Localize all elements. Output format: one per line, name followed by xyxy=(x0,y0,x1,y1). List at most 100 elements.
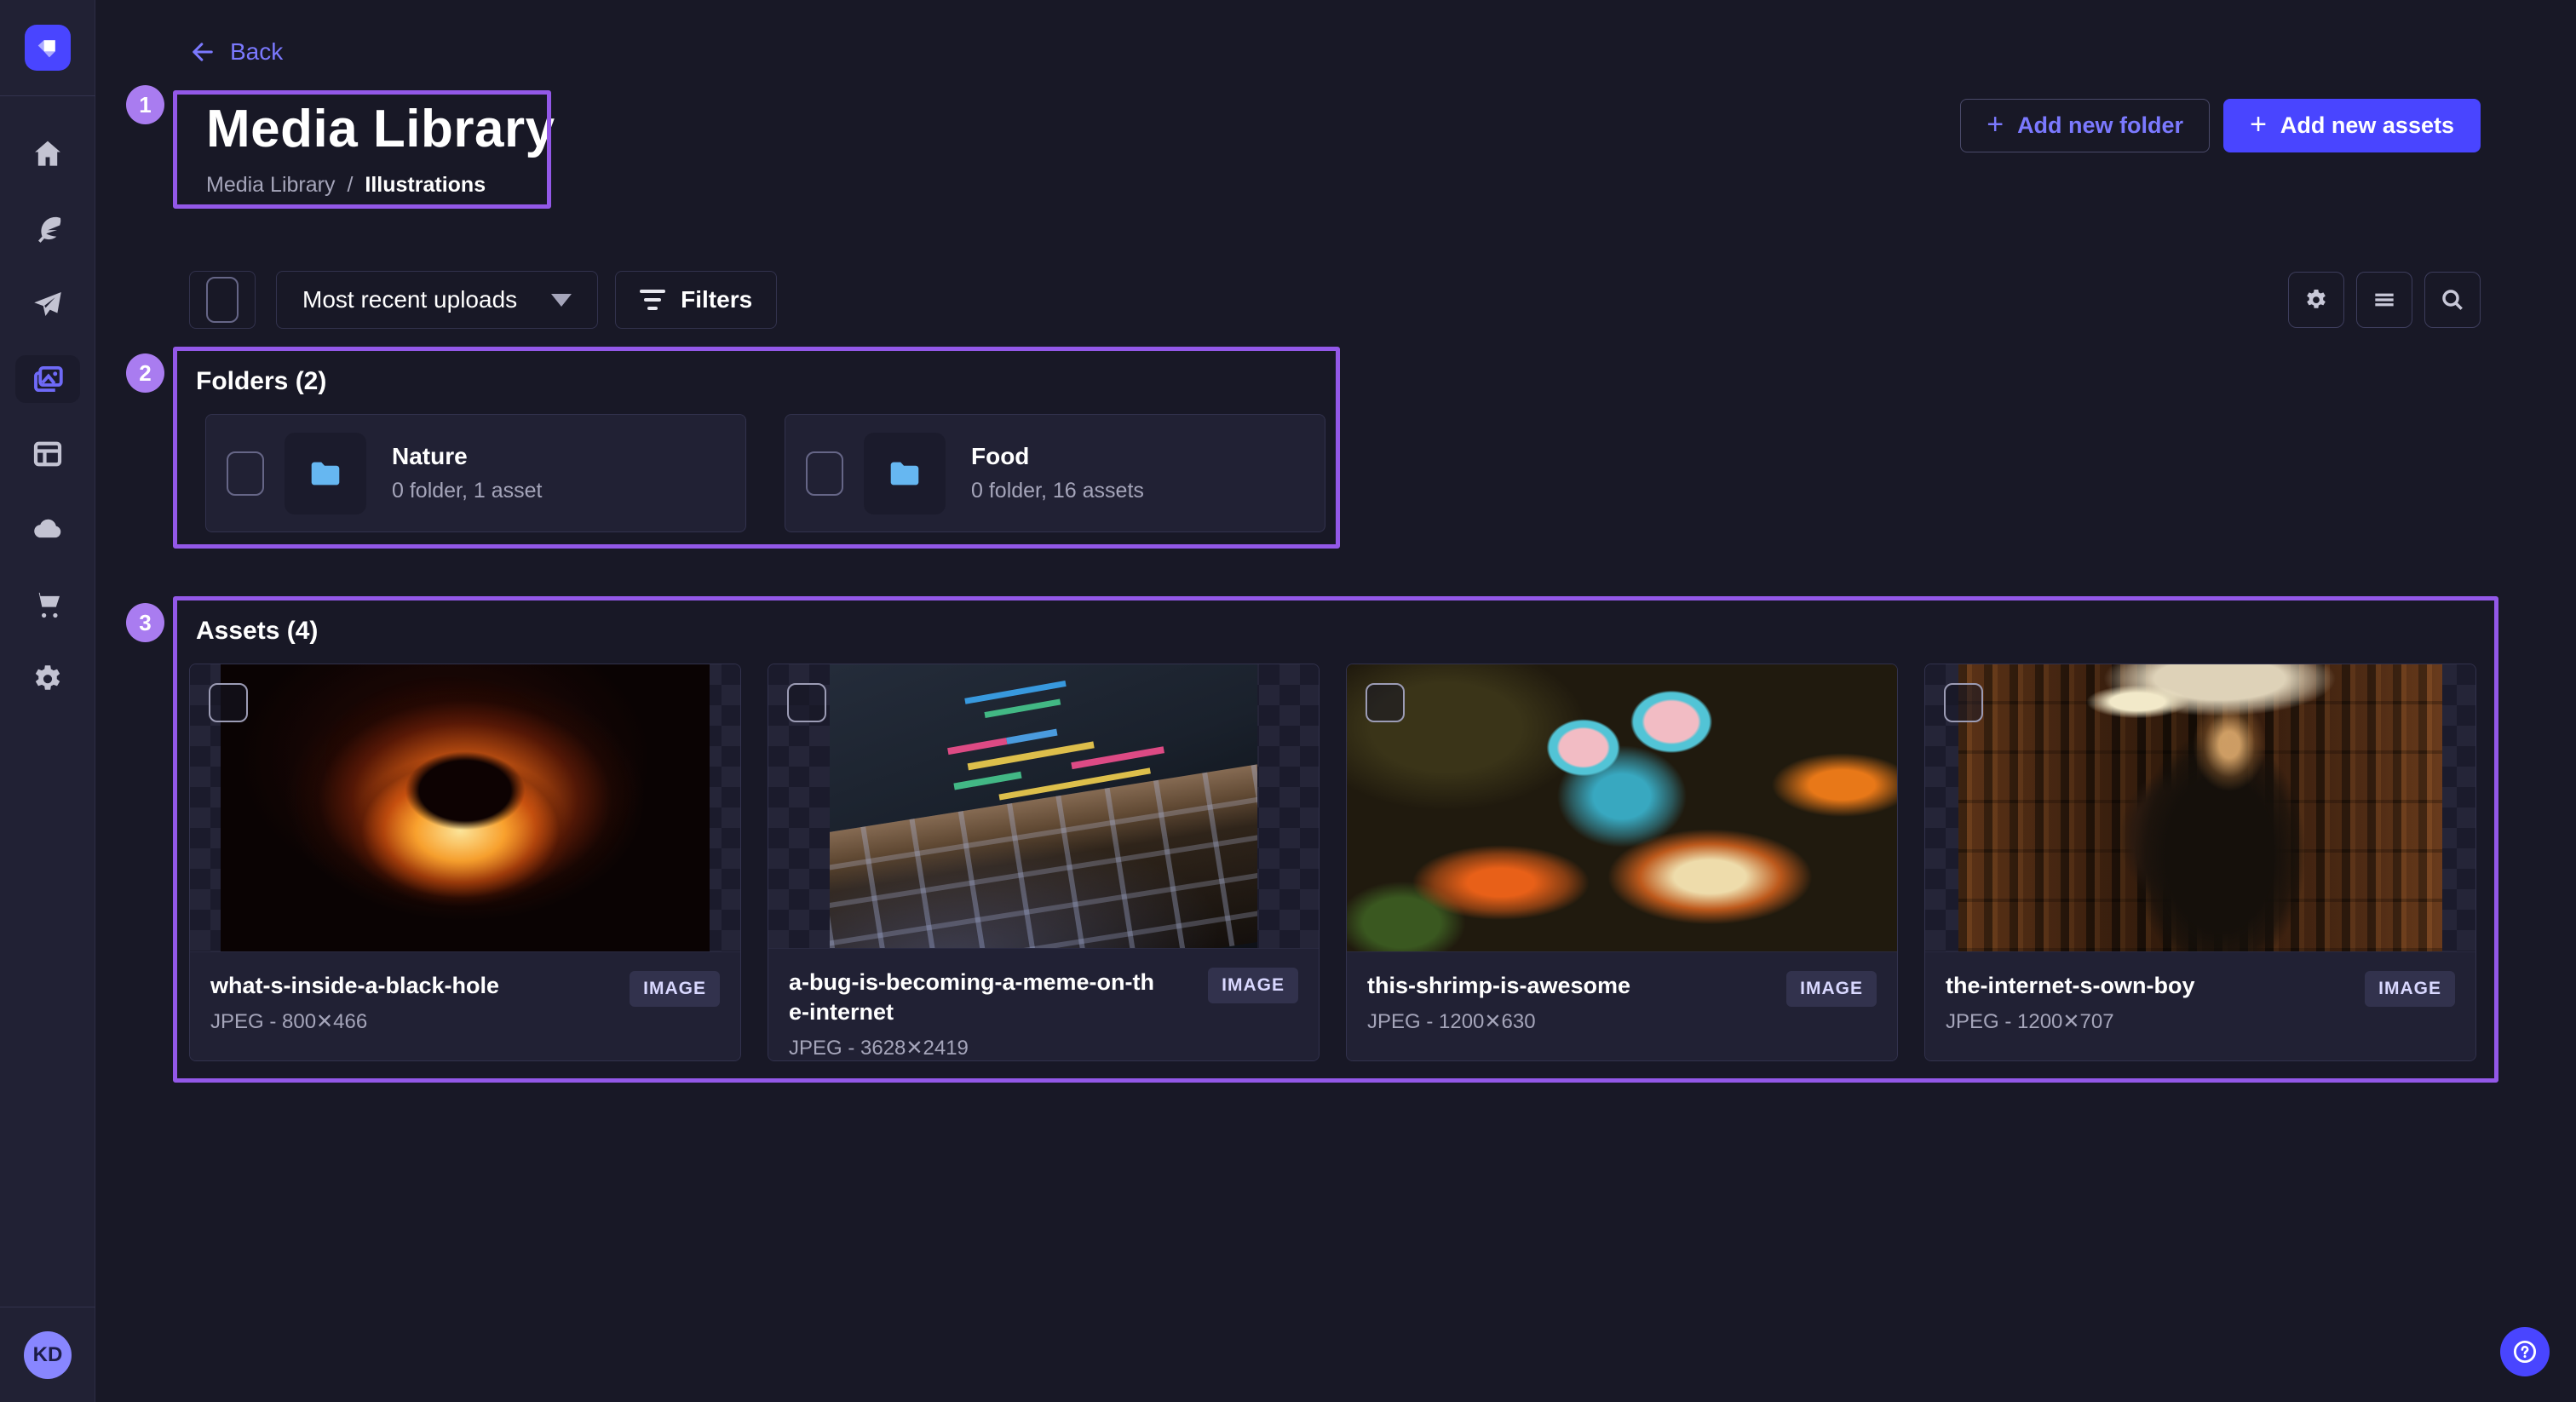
plus-icon: + xyxy=(1987,110,2004,139)
asset-meta: JPEG - 3628✕2419 xyxy=(789,1036,1298,1060)
select-all-checkbox[interactable] xyxy=(189,271,256,329)
content-type-builder-icon[interactable] xyxy=(15,430,80,478)
asset-type-badge: IMAGE xyxy=(1208,968,1298,1003)
asset-card-black-hole[interactable]: what-s-inside-a-black-hole JPEG - 800✕46… xyxy=(189,664,741,1061)
asset-checkbox[interactable] xyxy=(1944,683,1983,722)
asset-checkbox[interactable] xyxy=(1366,683,1405,722)
black-hole-photo xyxy=(221,664,710,951)
back-link[interactable]: Back xyxy=(189,38,283,66)
asset-thumbnail xyxy=(190,664,740,951)
filters-button[interactable]: Filters xyxy=(615,271,777,329)
list-view-button[interactable] xyxy=(2356,272,2412,328)
strapi-logo[interactable] xyxy=(25,25,71,71)
sidebar-nav xyxy=(0,130,95,703)
folder-texts: Nature 0 folder, 1 asset xyxy=(392,443,543,503)
folder-icon xyxy=(885,454,924,493)
assets-section: Assets (4) what-s-inside-a-black-hole JP… xyxy=(173,596,2498,1083)
list-icon xyxy=(2371,286,2398,313)
asset-name: a-bug-is-becoming-a-meme-on-the-internet xyxy=(789,968,1155,1027)
cloud-icon[interactable] xyxy=(15,505,80,553)
toolbar-view-options xyxy=(2288,272,2481,328)
asset-meta: JPEG - 800✕466 xyxy=(210,1009,720,1034)
sort-dropdown-value: Most recent uploads xyxy=(302,286,517,313)
folder-icon xyxy=(306,454,345,493)
asset-name: the-internet-s-own-boy xyxy=(1946,971,2312,1001)
add-new-folder-button[interactable]: + Add new folder xyxy=(1960,99,2210,152)
question-mark-icon xyxy=(2510,1337,2539,1366)
sidebar-divider xyxy=(0,95,95,96)
help-button[interactable] xyxy=(2500,1327,2550,1376)
search-button[interactable] xyxy=(2424,272,2481,328)
page-title: Media Library xyxy=(206,99,567,159)
asset-footer: the-internet-s-own-boy JPEG - 1200✕707 I… xyxy=(1925,951,2475,1060)
folder-meta: 0 folder, 1 asset xyxy=(392,479,543,503)
folder-meta: 0 folder, 16 assets xyxy=(971,479,1144,503)
asset-footer: this-shrimp-is-awesome JPEG - 1200✕630 I… xyxy=(1347,951,1897,1060)
media-library-icon[interactable] xyxy=(15,355,80,403)
asset-thumbnail xyxy=(1925,664,2475,951)
asset-footer: what-s-inside-a-black-hole JPEG - 800✕46… xyxy=(190,951,740,1060)
marketplace-cart-icon[interactable] xyxy=(15,580,80,628)
asset-type-badge: IMAGE xyxy=(2365,971,2455,1007)
releases-paper-plane-icon[interactable] xyxy=(15,280,80,328)
search-icon xyxy=(2439,286,2466,313)
grid-settings-gear-button[interactable] xyxy=(2288,272,2344,328)
laptop-code-photo xyxy=(830,664,1257,948)
asset-name: what-s-inside-a-black-hole xyxy=(210,971,577,1001)
asset-checkbox[interactable] xyxy=(209,683,248,722)
content-manager-feather-icon[interactable] xyxy=(15,205,80,253)
gear-icon xyxy=(2303,286,2330,313)
breadcrumb-separator: / xyxy=(347,173,353,198)
annotation-badge-2: 2 xyxy=(126,353,164,393)
add-new-assets-button[interactable]: + Add new assets xyxy=(2223,99,2481,152)
sort-dropdown[interactable]: Most recent uploads xyxy=(276,271,598,329)
annotation-badge-3: 3 xyxy=(126,603,164,642)
asset-thumbnail xyxy=(1347,664,1897,951)
header-block: Media Library Media Library / Illustrati… xyxy=(189,90,567,209)
settings-gear-icon[interactable] xyxy=(15,655,80,703)
breadcrumb-parent[interactable]: Media Library xyxy=(206,173,335,198)
library-portrait-photo xyxy=(1958,664,2442,951)
asset-cards: what-s-inside-a-black-hole JPEG - 800✕46… xyxy=(189,664,2476,1061)
breadcrumb-current: Illustrations xyxy=(365,173,486,198)
folder-checkbox[interactable] xyxy=(227,451,264,496)
sidebar: KD xyxy=(0,0,95,1402)
asset-meta: JPEG - 1200✕707 xyxy=(1946,1009,2455,1034)
asset-type-badge: IMAGE xyxy=(630,971,720,1007)
folder-checkbox[interactable] xyxy=(806,451,843,496)
asset-name: this-shrimp-is-awesome xyxy=(1367,971,1734,1001)
user-avatar[interactable]: KD xyxy=(24,1331,72,1379)
folders-section-title: Folders (2) xyxy=(196,367,326,396)
mantis-shrimp-photo xyxy=(1347,664,1897,951)
toolbar: Most recent uploads Filters xyxy=(189,271,2481,329)
home-icon[interactable] xyxy=(15,130,80,178)
filters-label: Filters xyxy=(681,286,752,313)
breadcrumb: Media Library / Illustrations xyxy=(206,173,567,198)
annotation-badge-1: 1 xyxy=(126,85,164,124)
folder-card-nature[interactable]: Nature 0 folder, 1 asset xyxy=(205,414,746,532)
folder-card-food[interactable]: Food 0 folder, 16 assets xyxy=(785,414,1325,532)
plus-icon: + xyxy=(2250,110,2267,139)
main-content: 1 2 3 Back Media Library Media Library /… xyxy=(95,0,2576,1402)
folder-cards: Nature 0 folder, 1 asset Food 0 folder, … xyxy=(205,414,1325,532)
asset-card-bug-meme[interactable]: a-bug-is-becoming-a-meme-on-the-internet… xyxy=(768,664,1320,1061)
add-new-folder-label: Add new folder xyxy=(2017,112,2183,139)
asset-card-shrimp[interactable]: this-shrimp-is-awesome JPEG - 1200✕630 I… xyxy=(1346,664,1898,1061)
folder-name: Food xyxy=(971,443,1144,470)
asset-card-internet-boy[interactable]: the-internet-s-own-boy JPEG - 1200✕707 I… xyxy=(1924,664,2476,1061)
chevron-down-icon xyxy=(551,294,572,307)
folders-section: Folders (2) Nature 0 folder, 1 asset xyxy=(173,347,1340,549)
asset-footer: a-bug-is-becoming-a-meme-on-the-internet… xyxy=(768,948,1319,1060)
checkbox-box xyxy=(206,277,239,323)
folder-tile xyxy=(864,433,946,514)
folder-tile xyxy=(285,433,366,514)
assets-section-title: Assets (4) xyxy=(196,617,318,646)
folder-name: Nature xyxy=(392,443,543,470)
asset-checkbox[interactable] xyxy=(787,683,826,722)
asset-thumbnail xyxy=(768,664,1319,948)
header-actions: + Add new folder + Add new assets xyxy=(1960,99,2481,152)
back-arrow-icon xyxy=(189,38,216,66)
add-new-assets-label: Add new assets xyxy=(2280,112,2454,139)
filter-icon xyxy=(640,290,665,310)
sidebar-footer: KD xyxy=(0,1307,95,1402)
